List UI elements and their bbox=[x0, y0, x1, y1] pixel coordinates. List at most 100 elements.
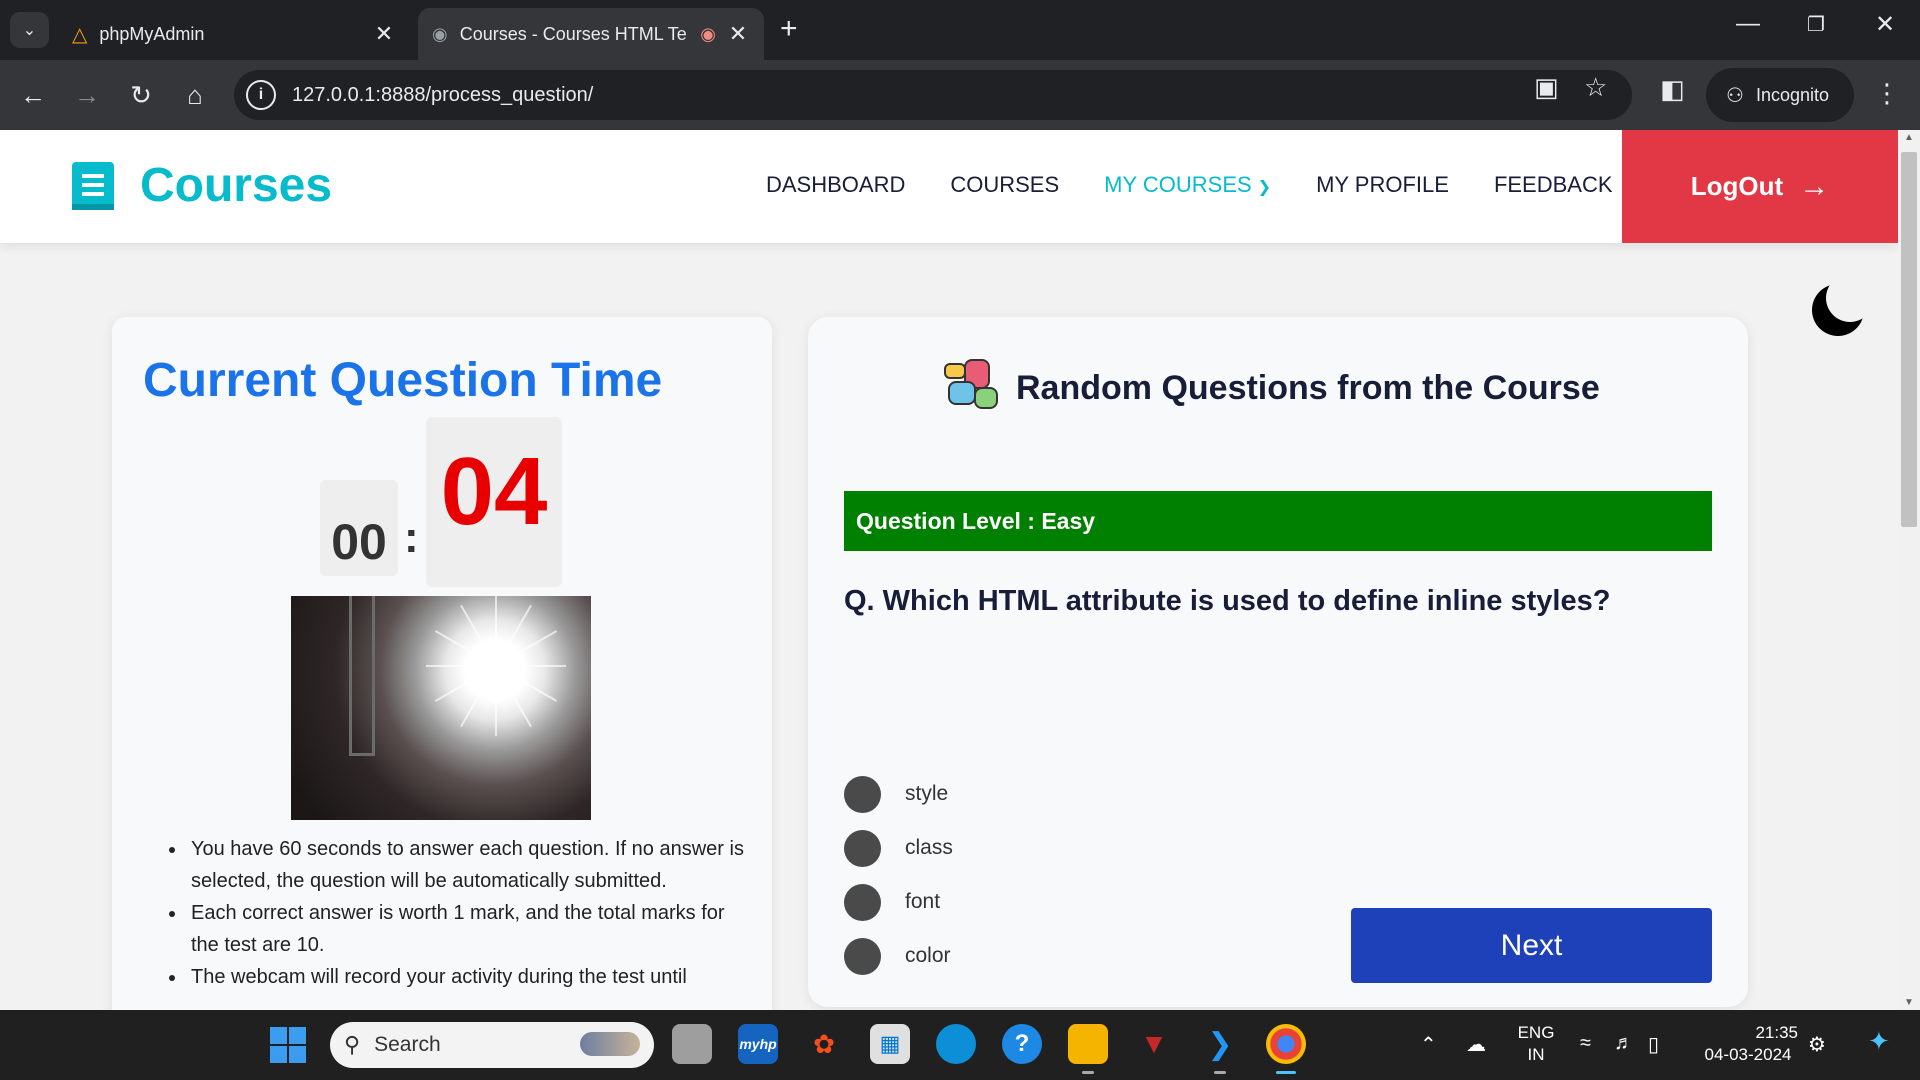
nav-courses[interactable]: COURSES bbox=[950, 172, 1059, 198]
scrollbar-thumb[interactable] bbox=[1901, 152, 1917, 527]
minimize-button[interactable]: — bbox=[1718, 10, 1778, 38]
windows-taskbar: ⚲ Search myhp ✿ ▦ ? ▼ ❯ ⌃ ☁ ENG IN ≈ ♬ ▯… bbox=[0, 1010, 1920, 1080]
tab-search-button[interactable]: ⌄ bbox=[10, 12, 49, 48]
dark-mode-moon-icon[interactable] bbox=[1812, 274, 1874, 336]
timer-card: Current Question Time 00 : 04 You have 6… bbox=[112, 317, 772, 1010]
camera-icon[interactable]: ▣ bbox=[1534, 72, 1559, 103]
language-indicator[interactable]: ENG IN bbox=[1514, 1022, 1558, 1066]
rule-item: Each correct answer is worth 1 mark, and… bbox=[187, 897, 747, 961]
radio-button[interactable] bbox=[844, 775, 881, 813]
option-class[interactable]: class bbox=[844, 829, 953, 867]
task-view-icon[interactable] bbox=[672, 1024, 712, 1064]
brand-name: Courses bbox=[140, 159, 333, 212]
file-explorer-icon[interactable] bbox=[1068, 1024, 1108, 1074]
mcafee-icon[interactable]: ▼ bbox=[1134, 1024, 1174, 1064]
page-scrollbar[interactable]: ▲ ▼ bbox=[1898, 130, 1920, 1010]
main-nav: DASHBOARD COURSES MY COURSES ❯ MY PROFILE… bbox=[766, 172, 1658, 198]
search-icon: ⚲ bbox=[344, 1032, 361, 1057]
browser-tab-strip: ⌄ △ phpMyAdmin ✕ ◉ Courses - Courses HTM… bbox=[0, 0, 1920, 60]
new-tab-button[interactable]: + bbox=[780, 14, 798, 44]
windows-start-icon[interactable] bbox=[270, 1027, 306, 1063]
option-font[interactable]: font bbox=[844, 883, 940, 921]
chrome-icon[interactable] bbox=[1266, 1024, 1306, 1074]
chat-bubbles-icon bbox=[944, 359, 1002, 417]
microsoft-store-icon[interactable]: ▦ bbox=[870, 1024, 910, 1064]
webcam-preview bbox=[291, 596, 591, 820]
nav-feedback[interactable]: FEEDBACK bbox=[1494, 172, 1613, 198]
phpmyadmin-icon: △ bbox=[72, 23, 88, 46]
clock[interactable]: 21:35 04-03-2024 bbox=[1698, 1022, 1798, 1066]
site-info-icon[interactable]: i bbox=[246, 80, 276, 110]
nav-my-courses[interactable]: MY COURSES ❯ bbox=[1104, 172, 1271, 198]
incognito-badge[interactable]: ⚇ Incognito bbox=[1706, 68, 1854, 122]
edge-browser-icon[interactable] bbox=[936, 1024, 976, 1064]
tab-title: Courses - Courses HTML Te bbox=[459, 23, 687, 44]
volume-icon[interactable]: ♬ bbox=[1614, 1032, 1634, 1055]
question-level-bar: Question Level : Easy bbox=[844, 491, 1712, 551]
recording-icon: ◉ bbox=[700, 23, 716, 44]
help-icon[interactable]: ? bbox=[1002, 1024, 1042, 1064]
logout-button[interactable]: LogOut → bbox=[1622, 130, 1898, 243]
chevron-down-icon: ❯ bbox=[1257, 179, 1272, 196]
myhp-icon[interactable]: myhp bbox=[738, 1024, 778, 1064]
scroll-up-arrow-icon[interactable]: ▲ bbox=[1898, 132, 1920, 143]
browser-menu-icon[interactable]: ⋮ bbox=[1874, 78, 1900, 109]
vscode-icon[interactable]: ❯ bbox=[1200, 1024, 1240, 1074]
logout-label: LogOut bbox=[1690, 171, 1784, 201]
onedrive-cloud-icon[interactable]: ☁ bbox=[1466, 1032, 1486, 1057]
site-brand[interactable]: Courses bbox=[72, 158, 332, 213]
next-button[interactable]: Next bbox=[1351, 908, 1712, 983]
timer-title: Current Question Time bbox=[143, 354, 663, 407]
copilot-icon[interactable]: ✦ bbox=[1868, 1026, 1890, 1057]
clock-date: 04-03-2024 bbox=[1704, 1045, 1792, 1064]
scroll-down-arrow-icon[interactable]: ▼ bbox=[1898, 997, 1920, 1008]
option-label: color bbox=[905, 944, 951, 967]
home-button[interactable]: ⌂ bbox=[178, 78, 212, 112]
bookmark-star-icon[interactable]: ☆ bbox=[1584, 72, 1607, 103]
quiz-heading-text: Random Questions from the Course bbox=[1016, 368, 1600, 407]
globe-icon: ◉ bbox=[432, 23, 448, 44]
site-header: Courses DASHBOARD COURSES MY COURSES ❯ MY… bbox=[0, 130, 1898, 243]
taskbar-search[interactable]: ⚲ Search bbox=[330, 1022, 654, 1068]
option-color[interactable]: color bbox=[844, 937, 951, 975]
nav-dashboard[interactable]: DASHBOARD bbox=[766, 172, 905, 198]
option-label: font bbox=[905, 890, 941, 913]
nav-my-courses-label: MY COURSES bbox=[1104, 172, 1252, 197]
radio-button[interactable] bbox=[844, 883, 881, 921]
reload-button[interactable]: ↻ bbox=[124, 78, 158, 112]
clock-time: 21:35 bbox=[1755, 1023, 1798, 1042]
address-bar[interactable]: i 127.0.0.1:8888/process_question/ bbox=[234, 70, 1632, 120]
radio-button[interactable] bbox=[844, 937, 881, 975]
option-label: class bbox=[905, 836, 953, 859]
question-card: Random Questions from the Course Questio… bbox=[808, 317, 1748, 1007]
notifications-icon[interactable]: ⚙ bbox=[1808, 1032, 1826, 1057]
battery-icon[interactable]: ▯ bbox=[1648, 1032, 1659, 1057]
rule-item: The webcam will record your activity dur… bbox=[187, 961, 747, 993]
rule-item: You have 60 seconds to answer each quest… bbox=[187, 833, 747, 897]
wifi-icon[interactable]: ≈ bbox=[1580, 1032, 1591, 1055]
side-panel-icon[interactable]: ◧ bbox=[1660, 74, 1685, 105]
browser-toolbar: ← → ↻ ⌂ i 127.0.0.1:8888/process_questio… bbox=[0, 60, 1920, 130]
option-label: style bbox=[905, 782, 949, 805]
back-button[interactable]: ← bbox=[16, 78, 50, 112]
timer-seconds: 04 bbox=[426, 417, 562, 587]
timer-separator: : bbox=[404, 513, 419, 562]
chevron-down-icon: ⌄ bbox=[22, 22, 37, 39]
webcam-background-frame bbox=[349, 596, 375, 756]
option-style[interactable]: style bbox=[844, 775, 948, 813]
tab-phpmyadmin[interactable]: △ phpMyAdmin ✕ bbox=[58, 8, 410, 60]
figma-icon[interactable]: ✿ bbox=[804, 1024, 844, 1064]
nav-my-profile[interactable]: MY PROFILE bbox=[1316, 172, 1449, 198]
radio-button[interactable] bbox=[844, 829, 881, 867]
quiz-heading: Random Questions from the Course bbox=[944, 359, 1600, 417]
close-window-button[interactable]: ✕ bbox=[1855, 10, 1915, 39]
tab-courses[interactable]: ◉ Courses - Courses HTML Te ◉ ✕ bbox=[418, 8, 764, 60]
show-hidden-icons-chevron-icon[interactable]: ⌃ bbox=[1420, 1032, 1437, 1057]
close-icon[interactable]: ✕ bbox=[726, 21, 750, 47]
close-icon[interactable]: ✕ bbox=[372, 21, 396, 47]
restore-button[interactable]: ❐ bbox=[1786, 12, 1846, 37]
url-text: 127.0.0.1:8888/process_question/ bbox=[292, 83, 594, 106]
forward-button[interactable]: → bbox=[70, 78, 104, 112]
incognito-label: Incognito bbox=[1755, 84, 1829, 105]
search-highlight-art bbox=[580, 1032, 640, 1056]
